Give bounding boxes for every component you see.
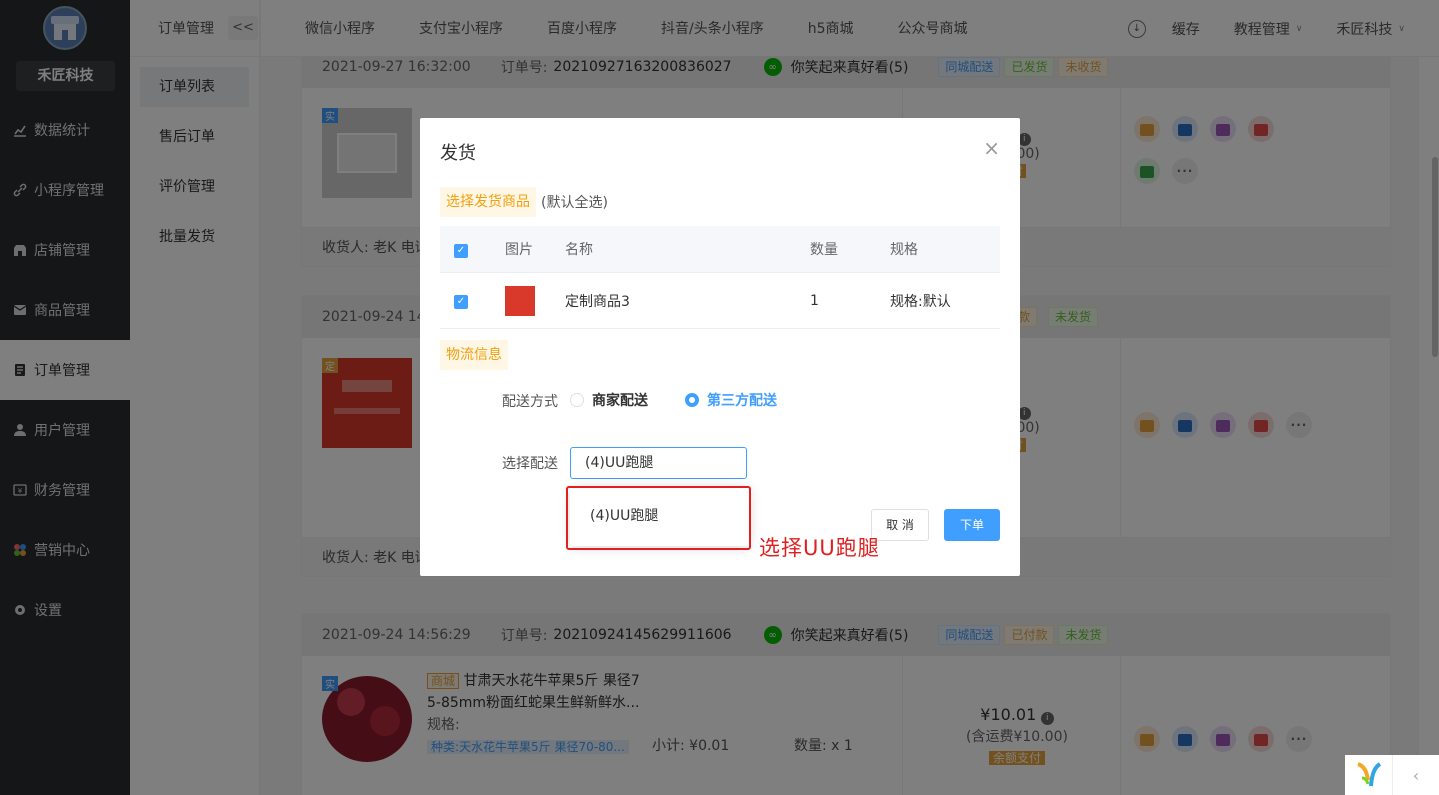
row-checkbox[interactable]: ✓ — [454, 295, 468, 309]
col-spec: 规格 — [890, 242, 918, 258]
delivery-select[interactable]: (4)UU跑腿 — [570, 447, 747, 479]
select-label: 选择配送 — [502, 456, 558, 472]
radio-label: 商家配送 — [592, 393, 648, 409]
col-qty: 数量 — [810, 242, 838, 258]
product-thumb — [505, 285, 535, 316]
radio-icon — [570, 393, 584, 407]
table-row: ✓ 定制商品3 1 规格:默认 — [440, 273, 1000, 329]
method-radio-third-party[interactable]: 第三方配送 — [685, 390, 777, 410]
col-image: 图片 — [505, 242, 533, 258]
table-header: ✓ 图片 名称 数量 规格 — [440, 226, 1000, 273]
goods-table: ✓ 图片 名称 数量 规格 ✓ 定制商品3 1 规格:默认 — [440, 226, 1000, 329]
app-root: 禾匠科技 数据统计 小程序管理 店铺管理 商品管理 订单管理 用户管理 ¥ 财务 — [0, 0, 1439, 795]
row-qty: 1 — [810, 292, 819, 309]
corner-widget: ‹ — [1345, 755, 1439, 795]
select-all-checkbox[interactable]: ✓ — [454, 243, 468, 258]
close-icon[interactable]: × — [983, 136, 1000, 160]
chevron-left-icon[interactable]: ‹ — [1393, 766, 1439, 785]
section-logistics-tag: 物流信息 — [440, 340, 508, 370]
dialog-title: 发货 — [440, 143, 476, 164]
goods-note: (默认全选) — [541, 195, 608, 211]
yii-logo-icon[interactable] — [1345, 755, 1393, 795]
col-name: 名称 — [565, 242, 593, 258]
method-radio-merchant[interactable]: 商家配送 — [570, 390, 648, 410]
radio-label: 第三方配送 — [707, 393, 777, 409]
method-label: 配送方式 — [502, 394, 558, 410]
radio-icon — [685, 393, 699, 407]
section-goods-tag: 选择发货商品 — [440, 187, 536, 217]
place-order-button[interactable]: 下单 — [944, 509, 1000, 541]
row-name: 定制商品3 — [565, 293, 630, 310]
annotation-highlight-box — [566, 486, 751, 550]
annotation-text: 选择UU跑腿 — [759, 536, 880, 560]
row-spec: 规格:默认 — [890, 293, 951, 310]
